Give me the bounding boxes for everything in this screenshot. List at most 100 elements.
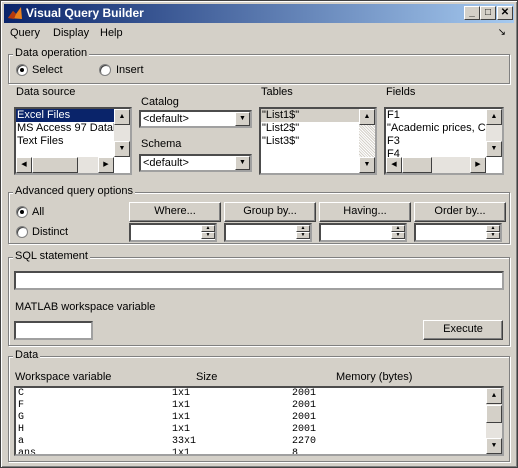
- close-button[interactable]: ✕: [497, 6, 513, 20]
- spin-up-icon[interactable]: ▲: [296, 225, 310, 232]
- group-by-spinner[interactable]: ▲ ▼: [224, 223, 312, 242]
- field-item[interactable]: F1: [386, 109, 502, 122]
- spin-up-icon[interactable]: ▲: [391, 225, 405, 232]
- scroll-down-icon[interactable]: ▼: [486, 438, 502, 454]
- scroll-up-icon[interactable]: ▲: [486, 388, 502, 404]
- title-bar[interactable]: Visual Query Builder _ □ ✕: [4, 4, 514, 23]
- where-spinner[interactable]: ▲ ▼: [129, 223, 217, 242]
- scroll-right-icon[interactable]: ▶: [98, 157, 114, 173]
- catalog-label: Catalog: [141, 96, 179, 108]
- scroll-down-icon[interactable]: ▼: [486, 141, 502, 157]
- spin-down-icon[interactable]: ▼: [201, 232, 215, 239]
- scroll-up-icon[interactable]: ▲: [359, 109, 375, 125]
- cell-name: a: [18, 436, 25, 447]
- select-radio[interactable]: [16, 64, 28, 76]
- horizontal-scrollbar[interactable]: ◀ ▶: [386, 157, 486, 173]
- scroll-thumb[interactable]: [32, 157, 78, 173]
- distinct-label: Distinct: [32, 226, 69, 238]
- table-row[interactable]: H 1x1 2001: [16, 424, 502, 436]
- advanced-options-group: Advanced query options All Distinct Wher…: [8, 185, 510, 244]
- menu-help[interactable]: Help: [100, 27, 123, 39]
- vertical-scrollbar[interactable]: ▲ ▼: [359, 109, 375, 173]
- cell-size: 1x1: [172, 388, 191, 399]
- cell-mem: 2001: [292, 424, 317, 435]
- data-source-item[interactable]: Text Files: [16, 135, 130, 148]
- chevron-down-icon[interactable]: ▼: [235, 112, 250, 126]
- table-row[interactable]: ans 1x1 8: [16, 448, 502, 454]
- spin-down-icon[interactable]: ▼: [296, 232, 310, 239]
- menu-display[interactable]: Display: [53, 27, 89, 39]
- scroll-left-icon[interactable]: ◀: [16, 157, 32, 173]
- scroll-down-icon[interactable]: ▼: [359, 157, 375, 173]
- matlab-logo-icon: [8, 7, 22, 19]
- sql-statement-group: SQL statement MATLAB workspace variable …: [8, 250, 510, 346]
- scroll-up-icon[interactable]: ▲: [114, 109, 130, 125]
- order-by-spinner[interactable]: ▲ ▼: [414, 223, 502, 242]
- chevron-down-icon[interactable]: ▼: [235, 156, 250, 170]
- scroll-up-icon[interactable]: ▲: [486, 109, 502, 125]
- having-button[interactable]: Having...: [319, 202, 411, 222]
- table-row[interactable]: a 33x1 2270: [16, 436, 502, 448]
- vertical-scrollbar[interactable]: ▲ ▼: [114, 109, 130, 157]
- schema-dropdown[interactable]: <default> ▼: [139, 154, 252, 172]
- scroll-thumb[interactable]: [486, 405, 502, 423]
- where-button[interactable]: Where...: [129, 202, 221, 222]
- spin-down-icon[interactable]: ▼: [486, 232, 500, 239]
- maximize-button[interactable]: □: [480, 6, 496, 20]
- having-spinner[interactable]: ▲ ▼: [319, 223, 407, 242]
- workspace-variable-field[interactable]: [14, 321, 93, 340]
- cell-name: G: [18, 412, 25, 423]
- tables-list[interactable]: "List1$" "List2$" "List3$" ▲ ▼: [259, 107, 377, 175]
- data-source-item[interactable]: MS Access 97 Datab: [16, 122, 130, 135]
- catalog-value: <default>: [143, 113, 189, 125]
- cell-size: 1x1: [172, 424, 191, 435]
- scroll-down-icon[interactable]: ▼: [114, 141, 130, 157]
- table-row[interactable]: F 1x1 2001: [16, 400, 502, 412]
- column-header-size: Size: [196, 371, 218, 383]
- insert-radio[interactable]: [99, 64, 111, 76]
- execute-button[interactable]: Execute: [423, 320, 503, 340]
- workspace-variable-list[interactable]: C 1x1 2001 F 1x1 2001 G 1x1 2001 H 1x1 2001 a 33x1 227…: [14, 386, 504, 456]
- menu-query[interactable]: Query: [10, 27, 40, 39]
- vertical-scrollbar[interactable]: ▲ ▼: [486, 388, 502, 454]
- menu-bar: Query Display Help ↘: [4, 24, 514, 42]
- dock-arrow-icon[interactable]: ↘: [498, 27, 506, 38]
- cell-name: C: [18, 388, 25, 399]
- cell-mem: 2270: [292, 436, 317, 447]
- vertical-scrollbar[interactable]: ▲ ▼: [486, 109, 502, 157]
- column-header-variable: Workspace variable: [15, 371, 112, 383]
- spin-up-icon[interactable]: ▲: [486, 225, 500, 232]
- horizontal-scrollbar[interactable]: ◀ ▶: [16, 157, 114, 173]
- scroll-thumb[interactable]: [402, 157, 432, 173]
- table-row[interactable]: G 1x1 2001: [16, 412, 502, 424]
- data-operation-label: Data operation: [13, 47, 90, 59]
- data-source-list[interactable]: Excel Files MS Access 97 Datab Text File…: [14, 107, 132, 175]
- fields-list[interactable]: F1 "Academic prices, C F3 F4 ▲ ▼ ◀ ▶: [384, 107, 504, 175]
- table-row[interactable]: C 1x1 2001: [16, 388, 502, 400]
- distinct-radio[interactable]: [16, 226, 28, 238]
- cell-name: H: [18, 424, 25, 435]
- all-radio[interactable]: [16, 206, 28, 218]
- scroll-left-icon[interactable]: ◀: [386, 157, 402, 173]
- spin-up-icon[interactable]: ▲: [201, 225, 215, 232]
- scroll-right-icon[interactable]: ▶: [470, 157, 486, 173]
- table-item[interactable]: "List1$": [261, 109, 375, 122]
- data-label: Data: [13, 349, 41, 361]
- spin-down-icon[interactable]: ▼: [391, 232, 405, 239]
- order-by-button[interactable]: Order by...: [414, 202, 506, 222]
- group-by-button[interactable]: Group by...: [224, 202, 316, 222]
- data-operation-group: Data operation Select Insert: [8, 47, 510, 84]
- data-source-item[interactable]: Excel Files: [16, 109, 130, 122]
- advanced-options-label: Advanced query options: [13, 185, 136, 197]
- all-label: All: [32, 206, 45, 218]
- catalog-dropdown[interactable]: <default> ▼: [139, 110, 252, 128]
- table-item[interactable]: "List2$": [261, 122, 375, 135]
- cell-mem: 2001: [292, 412, 317, 423]
- field-item[interactable]: F3: [386, 135, 502, 148]
- sql-statement-field[interactable]: [14, 271, 504, 290]
- main-window: Visual Query Builder _ □ ✕ Query Display…: [0, 0, 518, 468]
- table-item[interactable]: "List3$": [261, 135, 375, 148]
- minimize-button[interactable]: _: [464, 6, 480, 20]
- field-item[interactable]: "Academic prices, C: [386, 122, 502, 135]
- tables-label: Tables: [261, 86, 293, 98]
